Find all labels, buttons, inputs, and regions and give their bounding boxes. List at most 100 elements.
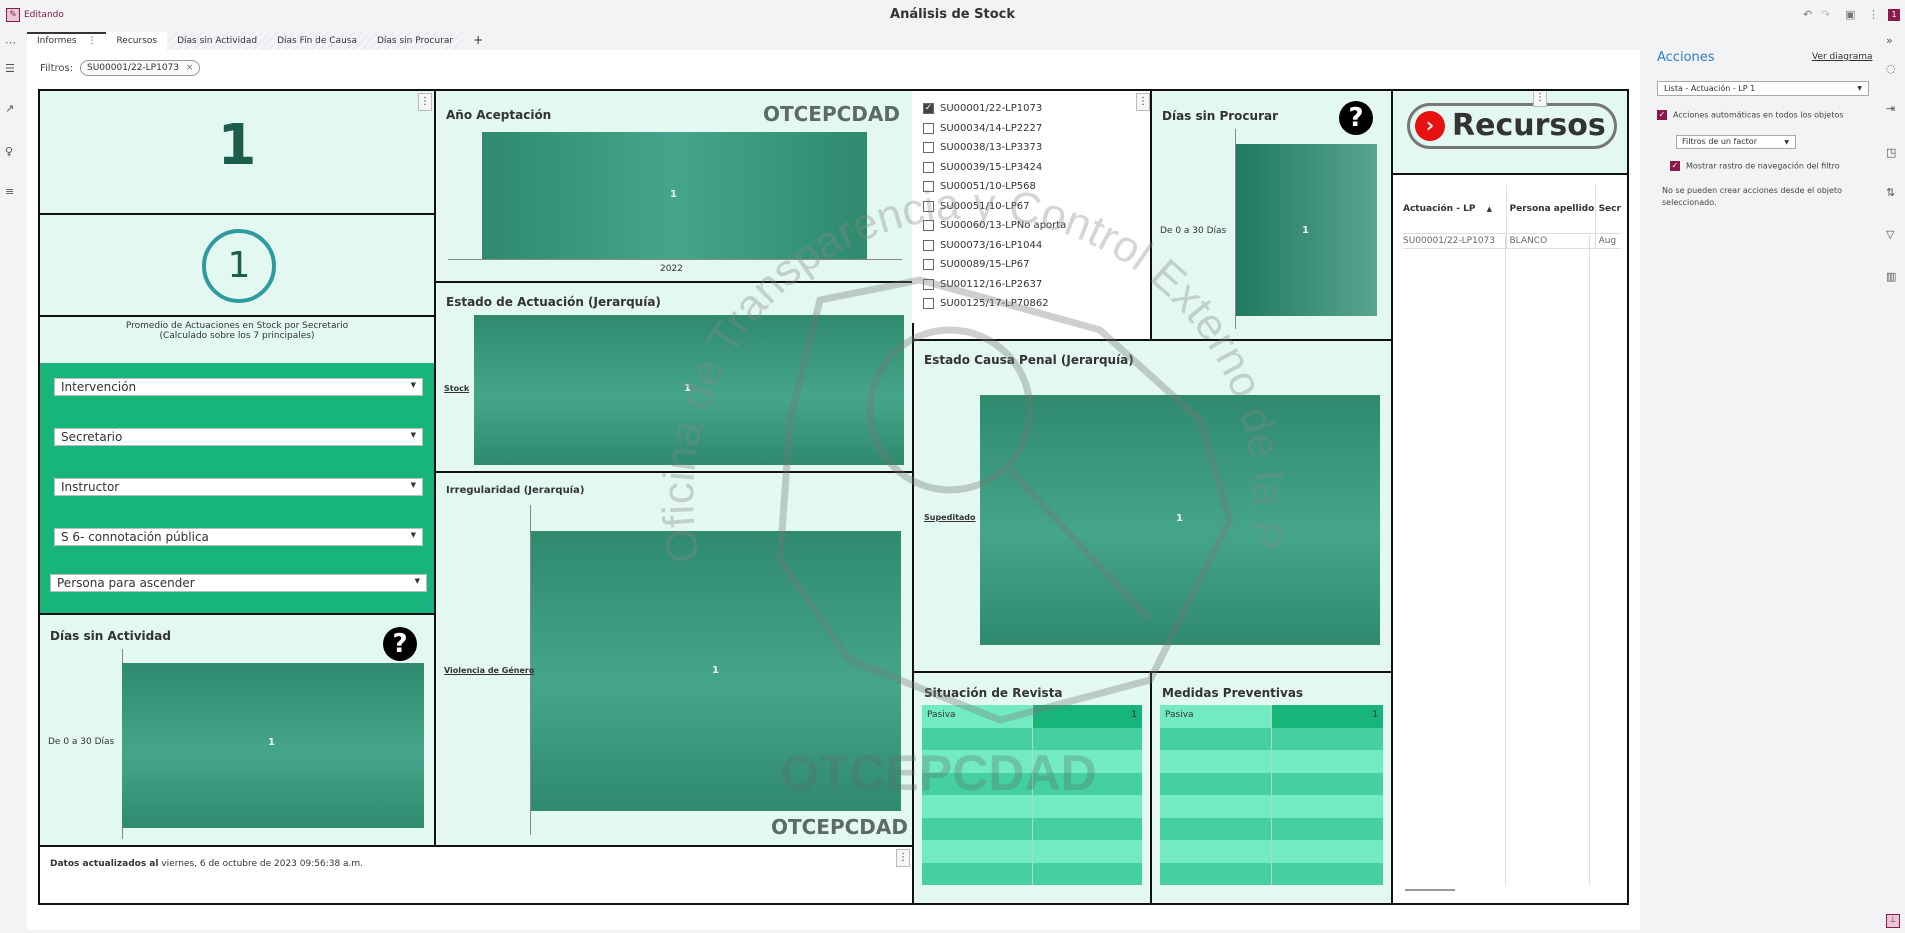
recursos-button[interactable]: › Recursos	[1407, 103, 1617, 149]
checklist-item[interactable]: SU00112/16-LP2637	[912, 275, 1152, 295]
grid-row-empty[interactable]	[922, 750, 1142, 773]
secretario-select[interactable]: Secretario ▼	[54, 428, 423, 446]
undo-icon[interactable]: ↶	[1803, 8, 1812, 21]
chart-icon[interactable]: ↗	[5, 102, 14, 115]
category-label[interactable]: Violencia de Género	[444, 666, 534, 675]
list-icon[interactable]: ≡	[5, 185, 14, 198]
grid-row-empty[interactable]	[922, 862, 1142, 885]
filter-icon[interactable]: ▽	[1886, 228, 1894, 241]
checklist-item[interactable]: SU00125/17-LP70862	[912, 294, 1152, 314]
category-label[interactable]: Supeditado	[924, 513, 976, 522]
checkbox-unchecked[interactable]	[923, 181, 934, 193]
help-icon[interactable]: ?	[383, 627, 417, 661]
tab-dias-sin-procurar[interactable]: Días sin Procurar	[366, 32, 464, 50]
add-tab-button[interactable]: +	[463, 32, 494, 50]
medidas-preventivas-panel: Medidas Preventivas Pasiva 1	[1150, 671, 1393, 905]
grid-row-empty[interactable]	[1160, 862, 1383, 885]
grid-row-empty[interactable]	[1160, 795, 1383, 818]
pin-icon[interactable]: ⊥	[1886, 914, 1900, 928]
save-icon[interactable]: ▣	[1845, 8, 1855, 21]
column-header[interactable]: Actuación - LP ▲	[1403, 185, 1507, 233]
bar-value-label: 1	[1302, 225, 1309, 236]
intervencion-select[interactable]: Intervención ▼	[54, 378, 423, 396]
checkbox-unchecked[interactable]	[923, 142, 934, 154]
notification-badge[interactable]: 1	[1888, 9, 1900, 21]
checklist-item[interactable]: SU00060/13-LPNo aporta	[912, 216, 1152, 236]
grid-cell	[922, 795, 1032, 818]
grid-row-empty[interactable]	[922, 840, 1142, 863]
grid-row-empty[interactable]	[922, 795, 1142, 818]
checklist-item[interactable]: SU00034/14-LP2227	[912, 119, 1152, 139]
grid-cell-value: 1	[1031, 705, 1142, 728]
connotacion-select[interactable]: S 6- connotación pública ▼	[54, 528, 423, 546]
checkbox-unchecked[interactable]	[923, 200, 934, 212]
dias-actividad-panel: Días sin Actividad ? 1 De 0 a 30 Días	[38, 613, 436, 847]
sort-asc-icon[interactable]: ▲	[1487, 205, 1492, 213]
persona-select[interactable]: Persona para ascender ▼	[50, 574, 427, 592]
bulb-icon[interactable]: ♀	[5, 145, 13, 158]
category-label[interactable]: Stock	[444, 384, 469, 393]
tab-recursos[interactable]: Recursos	[106, 32, 168, 50]
grid-row-empty[interactable]	[1160, 750, 1383, 773]
select-value: Filtros de un factor	[1682, 137, 1757, 146]
grid-row[interactable]: Pasiva 1	[1160, 705, 1383, 728]
grid-row-empty[interactable]	[1160, 727, 1383, 750]
horizontal-scrollbar[interactable]	[1405, 889, 1455, 891]
checkbox-unchecked[interactable]	[923, 298, 934, 310]
situacion-revista-panel: Situación de Revista Pasiva 1	[912, 671, 1152, 905]
tab-dias-fin-de-causa[interactable]: Días Fin de Causa	[267, 32, 367, 50]
column-header[interactable]: Persona apellido	[1506, 185, 1596, 233]
close-icon[interactable]: ×	[186, 63, 194, 73]
panel-menu-button[interactable]: ⋮	[896, 849, 910, 867]
filter-type-select[interactable]: Filtros de un factor ▼	[1676, 135, 1796, 149]
sort-icon[interactable]: ⇅	[1886, 186, 1895, 199]
database-icon[interactable]: ☰	[5, 62, 15, 75]
checklist-item[interactable]: ✓ SU00001/22-LP1073	[912, 99, 1152, 119]
trail-checkbox[interactable]: ✓ Mostrar rastro de navegación del filtro	[1670, 161, 1840, 171]
grid-row-empty[interactable]	[922, 727, 1142, 750]
checkbox-checked[interactable]: ✓	[923, 103, 934, 115]
collapse-icon[interactable]: »	[1886, 34, 1893, 47]
column-header[interactable]: Secr	[1595, 185, 1621, 233]
tab-menu-icon[interactable]: ⋮	[87, 36, 96, 46]
info-icon[interactable]: ⓘ	[423, 599, 432, 612]
checkbox-unchecked[interactable]	[923, 122, 934, 134]
redo-icon[interactable]: ↷	[1821, 8, 1830, 21]
ver-diagrama-link[interactable]: Ver diagrama	[1812, 52, 1873, 62]
action-select[interactable]: Lista - Actuación - LP 1 ▼	[1657, 81, 1869, 96]
checkbox-unchecked[interactable]	[923, 161, 934, 173]
grid-row-empty[interactable]	[922, 817, 1142, 840]
checklist-item[interactable]: SU00073/16-LP1044	[912, 236, 1152, 256]
grid-row-empty[interactable]	[922, 772, 1142, 795]
checklist-item[interactable]: SU00039/15-LP3424	[912, 158, 1152, 178]
panel-menu-button[interactable]: ⋮	[1136, 93, 1150, 111]
checkbox-checked-icon: ✓	[1670, 161, 1680, 171]
checklist-item[interactable]: SU00051/10-LP568	[912, 177, 1152, 197]
grid-row-empty[interactable]	[1160, 840, 1383, 863]
checkbox-unchecked[interactable]	[923, 220, 934, 232]
checklist-item[interactable]: SU00089/15-LP67	[912, 255, 1152, 275]
checklist-item[interactable]: SU00051/10-LP67	[912, 197, 1152, 217]
tab-dias-sin-actividad[interactable]: Días sin Actividad	[167, 32, 268, 50]
grid-row[interactable]: Pasiva 1	[922, 705, 1142, 728]
more-icon[interactable]: ⋮	[1868, 8, 1879, 21]
checklist-item[interactable]: SU00038/13-LP3373	[912, 138, 1152, 158]
panel-menu-button[interactable]: ⋮	[1533, 91, 1547, 107]
bar-chart-icon[interactable]: ▥	[1886, 270, 1896, 283]
auto-actions-checkbox[interactable]: ✓ Acciones automáticas en todos los objet…	[1657, 110, 1843, 120]
select-icon[interactable]: ◳	[1886, 146, 1896, 159]
instructor-select[interactable]: Instructor ▼	[54, 478, 423, 496]
export-icon[interactable]: ⇥	[1886, 102, 1895, 115]
checkbox-unchecked[interactable]	[923, 239, 934, 251]
help-icon[interactable]: ?	[1339, 101, 1373, 135]
panel-menu-button[interactable]: ⋮	[418, 93, 432, 111]
tab-informes[interactable]: Informes ⋮	[27, 32, 107, 50]
checkbox-unchecked[interactable]	[923, 259, 934, 271]
dots-icon[interactable]: ⋯	[5, 36, 16, 49]
filter-chip[interactable]: SU00001/22-LP1073 ×	[80, 60, 201, 76]
grid-cell	[922, 840, 1032, 863]
checkbox-unchecked[interactable]	[923, 278, 934, 290]
grid-row-empty[interactable]	[1160, 772, 1383, 795]
palette-icon[interactable]: ◌	[1886, 62, 1896, 75]
grid-row-empty[interactable]	[1160, 817, 1383, 840]
